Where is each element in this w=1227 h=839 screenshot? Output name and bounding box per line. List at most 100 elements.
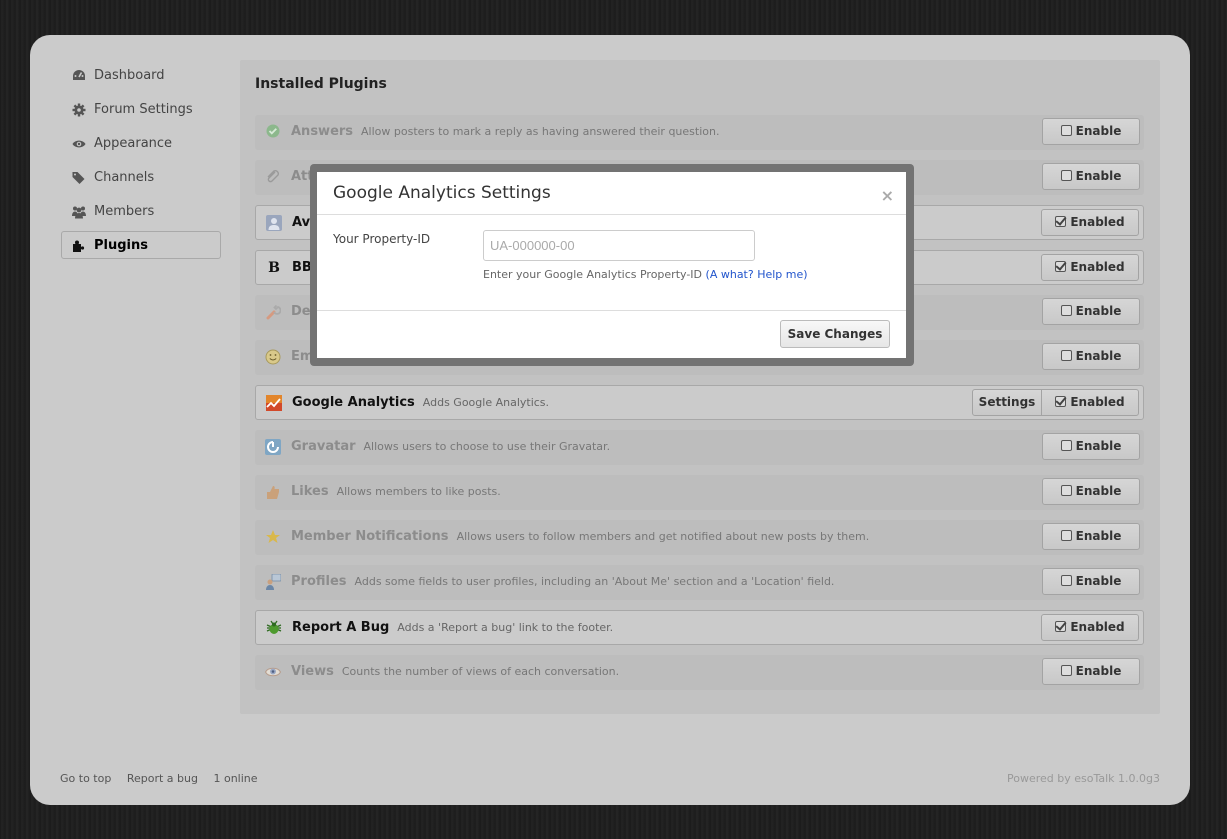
modal-overlay: Google Analytics Settings × Your Propert… xyxy=(310,164,914,366)
close-icon[interactable]: × xyxy=(881,186,894,205)
plugin-name: Views Counts the number of views of each … xyxy=(291,664,620,679)
plugin-row-report-a-bug: Report A Bug Adds a 'Report a bug' link t… xyxy=(255,610,1144,645)
enable-button[interactable]: Enable xyxy=(1042,163,1140,190)
online-count-link[interactable]: 1 online xyxy=(213,772,257,785)
checkbox-checked-icon xyxy=(1055,621,1067,632)
group-icon xyxy=(72,206,86,219)
divider xyxy=(317,310,906,311)
gear-icon xyxy=(72,103,86,117)
avatar-icon xyxy=(266,215,282,231)
modal-title: Google Analytics Settings xyxy=(333,183,551,203)
smiley-icon xyxy=(265,349,281,365)
checkbox-icon xyxy=(1060,170,1072,181)
enabled-button[interactable]: Enabled xyxy=(1041,389,1139,416)
enabled-button[interactable]: Enabled xyxy=(1041,209,1139,236)
analytics-icon xyxy=(266,395,282,411)
enable-button[interactable]: Enable xyxy=(1042,118,1140,145)
save-changes-button[interactable]: Save Changes xyxy=(780,320,890,348)
checkbox-checked-icon xyxy=(1055,261,1067,272)
enabled-button[interactable]: Enabled xyxy=(1041,254,1139,281)
star-icon xyxy=(266,530,280,543)
bold-icon: B xyxy=(268,260,280,276)
check-circle-icon xyxy=(266,124,280,138)
sidebar-item-members[interactable]: Members xyxy=(61,197,221,225)
report-bug-link[interactable]: Report a bug xyxy=(127,772,198,785)
plugin-name: Report A Bug Adds a 'Report a bug' link t… xyxy=(292,620,614,635)
plugin-description: Counts the number of views of each conve… xyxy=(341,665,620,678)
settings-button[interactable]: Settings xyxy=(972,389,1042,416)
profile-icon xyxy=(266,574,281,590)
plugin-row-gravatar: Gravatar Allows users to choose to use th… xyxy=(255,430,1144,465)
tags-icon xyxy=(72,172,85,184)
help-text: Enter your Google Analytics Property-ID … xyxy=(483,268,808,281)
bug-icon xyxy=(266,620,282,634)
enable-button[interactable]: Enable xyxy=(1042,523,1140,550)
enabled-button[interactable]: Enabled xyxy=(1041,614,1139,641)
enable-button[interactable]: Enable xyxy=(1042,298,1140,325)
sidebar-item-label: Dashboard xyxy=(94,68,165,83)
plugin-row-google-analytics: Google Analytics Adds Google Analytics. S… xyxy=(255,385,1144,420)
checkbox-icon xyxy=(1060,440,1072,451)
plugin-name: Answers Allow posters to mark a reply as … xyxy=(291,124,720,139)
plugin-description: Adds some fields to user profiles, inclu… xyxy=(354,575,835,588)
plugin-description: Allows users to follow members and get n… xyxy=(456,530,870,543)
enable-button[interactable]: Enable xyxy=(1042,433,1140,460)
property-id-input[interactable] xyxy=(483,230,755,261)
page-title: Installed Plugins xyxy=(255,76,387,92)
enable-button[interactable]: Enable xyxy=(1042,568,1140,595)
checkbox-icon xyxy=(1060,305,1072,316)
sidebar-item-label: Appearance xyxy=(94,136,173,151)
help-link[interactable]: (A what? Help me) xyxy=(706,268,808,281)
sidebar-item-forum-settings[interactable]: Forum Settings xyxy=(61,95,221,123)
enable-button[interactable]: Enable xyxy=(1042,478,1140,505)
property-id-label: Your Property-ID xyxy=(333,232,431,246)
plugin-description: Allows users to choose to use their Grav… xyxy=(363,440,611,453)
checkbox-checked-icon xyxy=(1055,396,1067,407)
eye-icon xyxy=(265,667,281,677)
go-to-top-link[interactable]: Go to top xyxy=(60,772,111,785)
plugin-name: Profiles Adds some fields to user profile… xyxy=(291,574,835,589)
sidebar-item-label: Forum Settings xyxy=(94,102,193,117)
divider xyxy=(317,214,906,215)
plugin-row-answers: Answers Allow posters to mark a reply as … xyxy=(255,115,1144,150)
thumbs-up-icon xyxy=(267,486,279,499)
checkbox-checked-icon xyxy=(1055,216,1067,227)
plugins-panel: Installed Plugins Answers Allow posters t… xyxy=(240,60,1160,714)
checkbox-icon xyxy=(1060,350,1072,361)
checkbox-icon xyxy=(1060,665,1072,676)
eye-icon xyxy=(72,140,86,148)
plugin-description: Adds a 'Report a bug' link to the footer… xyxy=(397,621,614,634)
sidebar-item-label: Members xyxy=(94,204,155,219)
plugin-description: Allow posters to mark a reply as having … xyxy=(361,125,720,138)
dashboard-icon xyxy=(73,70,85,80)
plugin-row-member-notifications: Member Notifications Allows users to foll… xyxy=(255,520,1144,555)
plugin-description: Adds Google Analytics. xyxy=(422,396,550,409)
checkbox-icon xyxy=(1060,125,1072,136)
sidebar-item-label: Plugins xyxy=(94,238,148,253)
plugin-row-views: Views Counts the number of views of each … xyxy=(255,655,1144,690)
sidebar-item-appearance[interactable]: Appearance xyxy=(61,129,221,157)
puzzle-icon xyxy=(73,240,85,252)
checkbox-icon xyxy=(1060,485,1072,496)
paperclip-icon xyxy=(267,170,279,183)
plugin-row-likes: Likes Allows members to like posts. Enabl… xyxy=(255,475,1144,510)
sidebar-item-label: Channels xyxy=(94,170,155,185)
sidebar-item-channels[interactable]: Channels xyxy=(61,163,221,191)
plugin-description: Allows members to like posts. xyxy=(336,485,501,498)
settings-modal: Google Analytics Settings × Your Propert… xyxy=(317,172,906,358)
powered-by[interactable]: Powered by esoTalk 1.0.0g3 xyxy=(1007,772,1160,785)
plugin-row-profiles: Profiles Adds some fields to user profile… xyxy=(255,565,1144,600)
admin-sidebar: Dashboard Forum Settings Appearance Chan… xyxy=(61,61,221,265)
enable-button[interactable]: Enable xyxy=(1042,343,1140,370)
gravatar-icon xyxy=(265,439,281,455)
checkbox-icon xyxy=(1060,530,1072,541)
sidebar-item-dashboard[interactable]: Dashboard xyxy=(61,61,221,89)
enable-button[interactable]: Enable xyxy=(1042,658,1140,685)
wrench-icon xyxy=(266,304,281,320)
plugin-name: Google Analytics Adds Google Analytics. xyxy=(292,395,550,410)
footer-links: Go to top Report a bug 1 online xyxy=(60,772,270,785)
page-container: Dashboard Forum Settings Appearance Chan… xyxy=(30,35,1190,805)
plugin-name: Gravatar Allows users to choose to use th… xyxy=(291,439,611,454)
checkbox-icon xyxy=(1060,575,1072,586)
sidebar-item-plugins[interactable]: Plugins xyxy=(61,231,221,259)
